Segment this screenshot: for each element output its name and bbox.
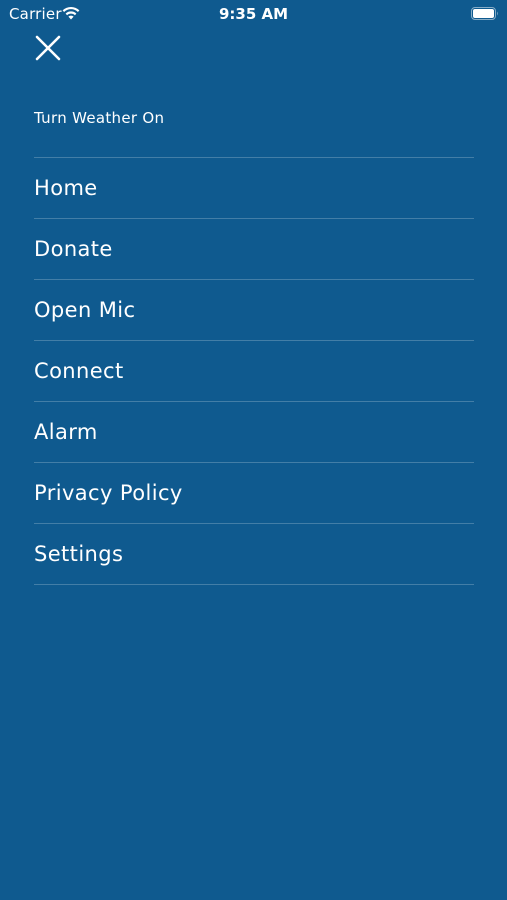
close-button[interactable] [30,30,66,66]
menu-item-donate[interactable]: Donate [34,219,474,280]
menu-item-label: Home [34,176,98,200]
close-icon [35,35,61,61]
menu-item-privacy-policy[interactable]: Privacy Policy [34,463,474,524]
status-time: 9:35 AM [218,5,289,23]
menu-item-label: Privacy Policy [34,481,183,505]
side-menu: Home Donate Open Mic Connect Alarm Priva… [34,157,474,585]
menu-item-open-mic[interactable]: Open Mic [34,280,474,341]
menu-item-label: Donate [34,237,113,261]
menu-item-label: Settings [34,542,124,566]
menu-item-label: Open Mic [34,298,136,322]
menu-item-connect[interactable]: Connect [34,341,474,402]
battery-icon [471,7,498,20]
menu-item-label: Alarm [34,420,98,444]
status-bar: Carrier 9:35 AM [0,0,507,28]
menu-item-alarm[interactable]: Alarm [34,402,474,463]
menu-item-home[interactable]: Home [34,158,474,219]
weather-toggle-button[interactable]: Turn Weather On [34,109,164,127]
menu-item-label: Connect [34,359,124,383]
menu-item-settings[interactable]: Settings [34,524,474,585]
